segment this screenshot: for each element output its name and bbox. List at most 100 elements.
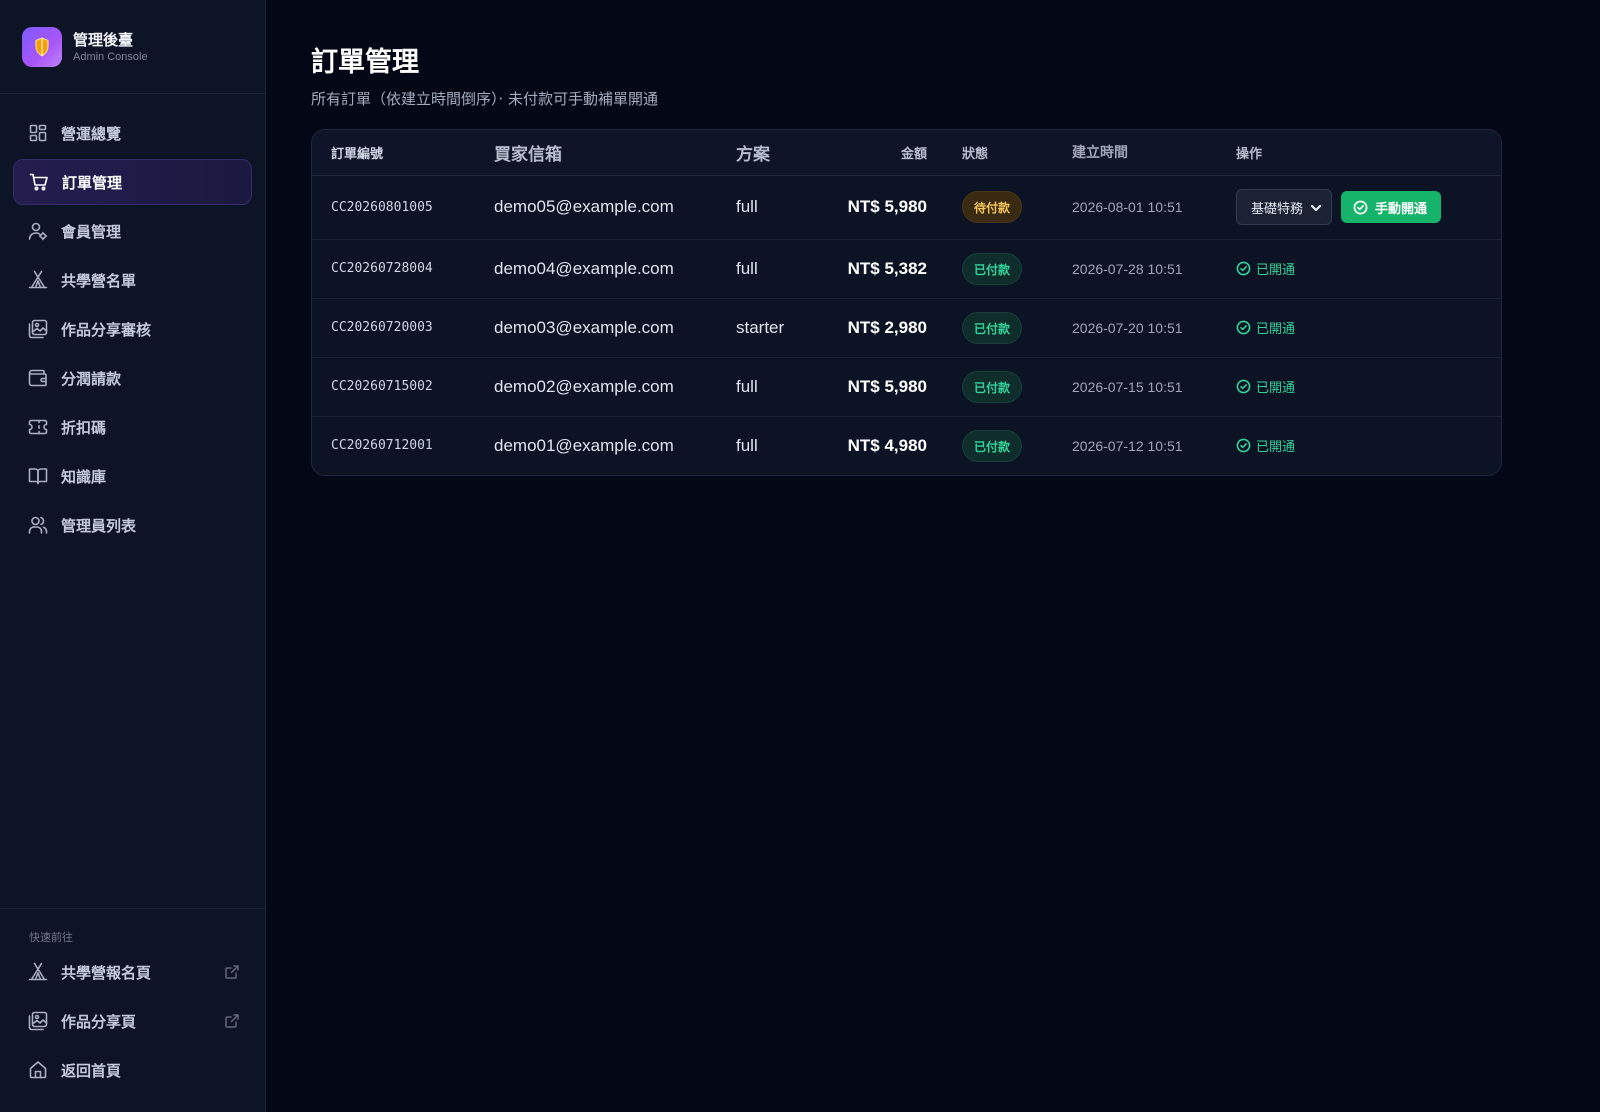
quick-links-title: 快速前往 [29, 931, 73, 944]
sidebar-item-label: 會員管理 [61, 222, 122, 241]
sidebar-item-members[interactable]: 會員管理 [13, 208, 252, 254]
activated-label: 已開通 [1256, 440, 1296, 456]
buyer-email: demo03@example.com [494, 298, 736, 358]
status-badge: 已付款 [962, 429, 1023, 462]
plan: full [736, 357, 828, 417]
quick-link-label: 共學營報名頁 [61, 963, 152, 982]
activated-label: 已開通 [1256, 263, 1296, 278]
status-badge: 待付款 [962, 191, 1023, 223]
manual-activate-button[interactable]: 手動開通 [1341, 191, 1442, 223]
sidebar-item-orders[interactable]: 訂單管理 [13, 159, 252, 205]
check-circle-icon [1236, 320, 1251, 335]
sidebar-item-label: 管理員列表 [61, 516, 137, 535]
sidebar-item-label: 分潤請款 [61, 369, 122, 388]
header-amount: 金額 [828, 130, 927, 176]
ticket-icon [28, 417, 48, 437]
sidebar-item-label: 作品分享審核 [61, 320, 152, 339]
table-row: CC20260715002 demo02@example.com full NT… [312, 357, 1501, 417]
plan: full [736, 175, 828, 240]
created-time: 2026-08-01 10:51 [1072, 175, 1236, 240]
created-time: 2026-07-20 10:51 [1072, 298, 1236, 358]
orders-table-card: 訂單編號 買家信箱 方案 金額 狀態 建立時間 操作 CC20260801005… [311, 129, 1502, 476]
buyer-email: demo02@example.com [494, 357, 736, 417]
header-action: 操作 [1236, 130, 1501, 176]
created-time: 2026-07-28 10:51 [1072, 239, 1236, 299]
orders-table: 訂單編號 買家信箱 方案 金額 狀態 建立時間 操作 CC20260801005… [312, 130, 1501, 475]
shield-logo-icon [35, 36, 49, 57]
sidebar-item-overview[interactable]: 營運總覽 [13, 110, 252, 156]
sidebar-item-knowledge-base[interactable]: 知識庫 [13, 453, 252, 499]
plan-tier-select-value: 基礎特務 [1251, 201, 1304, 217]
activated-status: 已開通 [1236, 436, 1501, 455]
sidebar-nav: 營運總覽 訂單管理 會員管理 共學營名單 作品分享審核 分潤請款 折扣碼 知識庫… [0, 94, 265, 548]
sidebar-item-work-review[interactable]: 作品分享審核 [13, 306, 252, 352]
plan: full [736, 435, 758, 455]
page-subtitle: 所有訂單（依建立時間倒序）‧ 未付款可手動補單開通 [311, 90, 659, 108]
buyer-email: demo01@example.com [494, 435, 674, 455]
table-row: CC20260728004 demo04@example.com full NT… [312, 239, 1501, 299]
external-link-icon [224, 964, 240, 980]
amount: NT$ 5,382 [828, 239, 927, 299]
header-order-id: 訂單編號 [312, 130, 494, 176]
main-content: 訂單管理 所有訂單（依建立時間倒序）‧ 未付款可手動補單開通 訂單編號 買家信箱… [311, 44, 1502, 476]
quick-link-camp-signup[interactable]: 共學營報名頁 [13, 949, 252, 995]
order-id: CC20260728004 [312, 239, 494, 299]
manual-activate-label: 手動開通 [1375, 201, 1428, 217]
quick-links-section: 快速前往 共學營報名頁 作品分享頁 返回首頁 [0, 908, 265, 1112]
sidebar-item-label: 訂單管理 [62, 173, 123, 192]
buyer-email: demo04@example.com [494, 239, 736, 299]
user-settings-icon [28, 221, 48, 241]
sidebar-item-label: 共學營名單 [61, 271, 137, 290]
quick-link-label: 作品分享頁 [61, 1012, 137, 1031]
quick-link-label: 返回首頁 [61, 1061, 122, 1080]
sidebar-item-payouts[interactable]: 分潤請款 [13, 355, 252, 401]
status-badge: 已付款 [962, 311, 1023, 344]
status-badge: 已付款 [962, 252, 1023, 285]
amount: NT$ 5,980 [828, 357, 927, 417]
plan: full [736, 239, 828, 299]
order-id: CC20260801005 [312, 175, 494, 240]
row-actions: 基礎特務 手動開通 [1236, 189, 1501, 225]
created-time: 2026-07-15 10:51 [1072, 357, 1236, 417]
home-icon [28, 1060, 48, 1080]
quick-link-home[interactable]: 返回首頁 [13, 1047, 252, 1093]
created-time: 2026-07-12 10:51 [1072, 437, 1183, 454]
activated-status: 已開通 [1236, 259, 1501, 278]
order-id: CC20260712001 [331, 438, 433, 454]
amount: NT$ 5,980 [828, 175, 927, 240]
sidebar: 管理後臺 Admin Console 營運總覽 訂單管理 會員管理 共學營名單 … [0, 0, 266, 1112]
header-email: 買家信箱 [494, 130, 736, 176]
table-row: CC20260712001 demo01@example.com full NT… [312, 416, 1501, 475]
order-id: CC20260715002 [312, 357, 494, 417]
tent-icon [28, 270, 48, 290]
check-circle-icon [1236, 438, 1251, 453]
plan-tier-select[interactable]: 基礎特務 [1236, 189, 1332, 225]
sidebar-item-admins[interactable]: 管理員列表 [13, 502, 252, 548]
sidebar-item-camp-list[interactable]: 共學營名單 [13, 257, 252, 303]
buyer-email: demo05@example.com [494, 175, 736, 240]
external-link-icon [224, 1013, 240, 1029]
tent-icon [28, 962, 48, 982]
status-badge: 已付款 [962, 370, 1023, 403]
quick-link-work-share[interactable]: 作品分享頁 [13, 998, 252, 1044]
amount: NT$ 4,980 [847, 435, 927, 455]
brand-logo [22, 26, 62, 67]
brand-title: 管理後臺 [73, 30, 134, 49]
wallet-icon [28, 368, 48, 388]
table-row: CC20260720003 demo03@example.com starter… [312, 298, 1501, 358]
sidebar-item-label: 折扣碼 [61, 418, 107, 437]
activated-status: 已開通 [1236, 377, 1501, 396]
header-plan: 方案 [736, 130, 828, 176]
table-row: CC20260801005 demo05@example.com full NT… [312, 175, 1501, 240]
sidebar-item-label: 知識庫 [61, 467, 107, 486]
check-circle-icon [1236, 379, 1251, 394]
book-icon [28, 466, 48, 486]
chevron-down-icon [1309, 201, 1323, 215]
cart-icon [29, 172, 49, 192]
header-status: 狀態 [927, 130, 1072, 176]
sidebar-item-discount-codes[interactable]: 折扣碼 [13, 404, 252, 450]
dashboard-icon [28, 123, 48, 143]
activated-label: 已開通 [1256, 381, 1296, 396]
table-header-row: 訂單編號 買家信箱 方案 金額 狀態 建立時間 操作 [312, 130, 1501, 176]
users-icon [28, 515, 48, 535]
